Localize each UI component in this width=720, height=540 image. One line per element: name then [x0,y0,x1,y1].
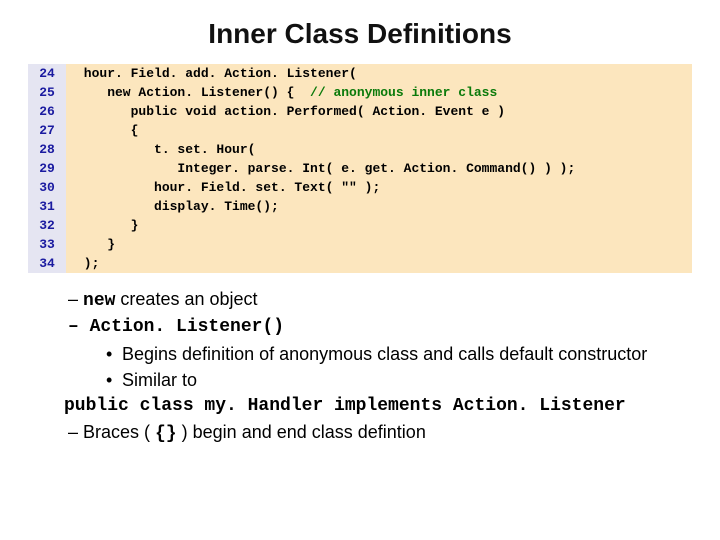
line-number: 30 [28,178,66,197]
code-row: 32 } [28,216,692,235]
code-text: new Action. Listener() { // anonymous in… [66,83,692,102]
bullet-item: Action. Listener() [68,315,692,339]
code-row: 31 display. Time(); [28,197,692,216]
bullet-list: new creates an object Action. Listener()… [46,287,692,447]
code-block: 24 hour. Field. add. Action. Listener(25… [28,64,692,273]
code-text: hour. Field. add. Action. Listener( [66,64,692,83]
code-text: hour. Field. set. Text( "" ); [66,178,692,197]
code-row: 33 } [28,235,692,254]
code-line: public class my. Handler implements Acti… [64,394,692,418]
line-number: 25 [28,83,66,102]
code-row: 34 ); [28,254,692,273]
code-text: { [66,121,692,140]
bullet-item: Braces ( {} ) begin and end class defint… [68,420,692,446]
bullet-sub-item: Begins definition of anonymous class and… [106,342,692,366]
code-text: ); [66,254,692,273]
bullet-text: creates an object [115,289,257,309]
line-number: 26 [28,102,66,121]
code-text: Integer. parse. Int( e. get. Action. Com… [66,159,692,178]
bullet-sub-item: Similar to [106,368,692,392]
code-row: 30 hour. Field. set. Text( "" ); [28,178,692,197]
code-text: public void action. Performed( Action. E… [66,102,692,121]
code-text: t. set. Hour( [66,140,692,159]
bullet-text: Braces ( [83,422,155,442]
line-number: 27 [28,121,66,140]
code-row: 25 new Action. Listener() { // anonymous… [28,83,692,102]
bullet-text: ) begin and end class defintion [177,422,426,442]
code-keyword: new [83,291,115,311]
code-text: } [66,235,692,254]
code-row: 26 public void action. Performed( Action… [28,102,692,121]
code-row: 29 Integer. parse. Int( e. get. Action. … [28,159,692,178]
line-number: 33 [28,235,66,254]
code-row: 27 { [28,121,692,140]
bullet-item: new creates an object [68,287,692,313]
line-number: 32 [28,216,66,235]
code-keyword: {} [155,424,177,444]
line-number: 31 [28,197,66,216]
line-number: 28 [28,140,66,159]
code-comment: // anonymous inner class [294,85,497,100]
line-number: 34 [28,254,66,273]
code-text: display. Time(); [66,197,692,216]
code-row: 28 t. set. Hour( [28,140,692,159]
code-text: } [66,216,692,235]
code-row: 24 hour. Field. add. Action. Listener( [28,64,692,83]
page-title: Inner Class Definitions [28,18,692,50]
slide: Inner Class Definitions 24 hour. Field. … [0,0,720,447]
line-number: 24 [28,64,66,83]
line-number: 29 [28,159,66,178]
